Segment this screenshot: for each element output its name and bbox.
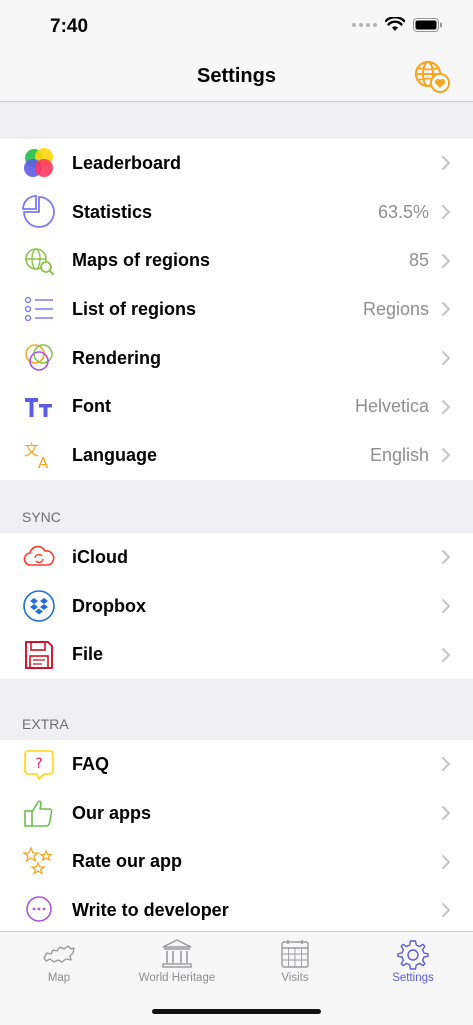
home-indicator — [152, 1009, 321, 1014]
maps-of-regions-row[interactable]: Maps of regions 85 — [0, 236, 473, 285]
statistics-label: Statistics — [72, 201, 153, 222]
leaderboard-row[interactable]: Leaderboard — [0, 139, 473, 188]
leaderboard-icon — [22, 146, 56, 180]
tab-world-heritage-label: World Heritage — [138, 972, 216, 984]
chevron-right-icon — [442, 599, 451, 614]
faq-icon: ? — [22, 747, 56, 781]
status-time: 7:40 — [50, 16, 89, 37]
language-icon: 文 A — [22, 438, 56, 472]
extra-section-header: EXTRA — [22, 716, 69, 732]
rendering-row[interactable]: Rendering — [0, 334, 473, 383]
font-value: Helvetica — [354, 396, 429, 417]
language-row[interactable]: 文 A Language English — [0, 431, 473, 480]
main-settings-section: Leaderboard Statistics 63.5% Maps of reg… — [0, 139, 473, 480]
faq-label: FAQ — [72, 753, 110, 774]
floppy-disk-icon — [22, 638, 56, 672]
chevron-right-icon — [442, 448, 451, 463]
maps-of-regions-value: 85 — [408, 250, 429, 271]
chat-bubble-icon — [22, 893, 56, 927]
tab-visits[interactable]: Visits — [236, 932, 354, 992]
svg-text:?: ? — [35, 756, 42, 772]
list-of-regions-value: Regions — [362, 298, 429, 319]
rendering-circles-icon — [22, 341, 56, 375]
wifi-icon — [385, 17, 405, 31]
signal-icon — [352, 22, 377, 27]
battery-icon — [413, 17, 442, 32]
font-row[interactable]: Font Helvetica — [0, 382, 473, 431]
chevron-right-icon — [442, 351, 451, 366]
language-label: Language — [72, 444, 158, 465]
font-label: Font — [72, 396, 111, 417]
stars-icon — [22, 845, 56, 879]
chevron-right-icon — [442, 854, 451, 869]
tab-map[interactable]: Map — [0, 932, 118, 992]
maps-of-regions-label: Maps of regions — [72, 250, 211, 271]
chevron-right-icon — [442, 399, 451, 414]
chevron-right-icon — [442, 205, 451, 220]
tab-settings[interactable]: Settings — [354, 932, 472, 992]
list-of-regions-label: List of regions — [72, 298, 197, 319]
status-indicators — [352, 17, 443, 32]
extra-section: ? FAQ Our apps Rate our app Write to dev… — [0, 740, 473, 932]
globe-search-icon — [22, 244, 56, 278]
chevron-right-icon — [442, 757, 451, 772]
rate-our-app-row[interactable]: Rate our app — [0, 837, 473, 886]
chevron-right-icon — [442, 647, 451, 662]
sync-section-header: SYNC — [22, 509, 61, 525]
icloud-label: iCloud — [72, 546, 128, 567]
chevron-right-icon — [442, 302, 451, 317]
pie-chart-icon — [22, 195, 56, 229]
status-bar: 7:40 — [0, 0, 473, 54]
rendering-label: Rendering — [72, 347, 162, 368]
rate-our-app-label: Rate our app — [72, 851, 183, 872]
list-icon — [22, 292, 56, 326]
statistics-row[interactable]: Statistics 63.5% — [0, 188, 473, 237]
tab-map-label: Map — [47, 972, 71, 984]
leaderboard-label: Leaderboard — [72, 152, 182, 173]
tab-world-heritage[interactable]: World Heritage — [118, 932, 236, 992]
navigation-bar: Settings — [0, 54, 473, 102]
faq-row[interactable]: ? FAQ — [0, 740, 473, 789]
calendar-icon — [281, 940, 309, 968]
statistics-value: 63.5% — [377, 201, 429, 222]
chevron-right-icon — [442, 253, 451, 268]
svg-text:文: 文 — [24, 441, 39, 459]
russia-map-icon — [43, 945, 75, 963]
dropbox-row[interactable]: Dropbox — [0, 582, 473, 631]
file-row[interactable]: File — [0, 630, 473, 679]
page-title: Settings — [197, 65, 276, 87]
tab-visits-label: Visits — [281, 972, 309, 984]
our-apps-row[interactable]: Our apps — [0, 789, 473, 838]
tab-settings-label: Settings — [392, 972, 434, 984]
chevron-right-icon — [442, 550, 451, 565]
file-label: File — [72, 644, 104, 665]
write-to-developer-label: Write to developer — [72, 899, 229, 920]
list-of-regions-row[interactable]: List of regions Regions — [0, 285, 473, 334]
chevron-right-icon — [442, 903, 451, 918]
icloud-icon — [22, 540, 56, 574]
svg-text:A: A — [38, 454, 49, 472]
gear-icon — [397, 940, 429, 970]
dropbox-label: Dropbox — [72, 595, 146, 616]
write-to-developer-row[interactable]: Write to developer — [0, 886, 473, 935]
chevron-right-icon — [442, 156, 451, 171]
dropbox-icon — [22, 589, 56, 623]
language-value: English — [369, 444, 429, 465]
chevron-right-icon — [442, 806, 451, 821]
icloud-row[interactable]: iCloud — [0, 533, 473, 582]
museum-icon — [162, 939, 192, 968]
our-apps-label: Our apps — [72, 802, 152, 823]
sync-section: iCloud Dropbox File — [0, 533, 473, 679]
font-icon — [22, 390, 56, 424]
thumbs-up-icon — [22, 796, 56, 830]
globe-heart-icon[interactable] — [413, 58, 451, 94]
